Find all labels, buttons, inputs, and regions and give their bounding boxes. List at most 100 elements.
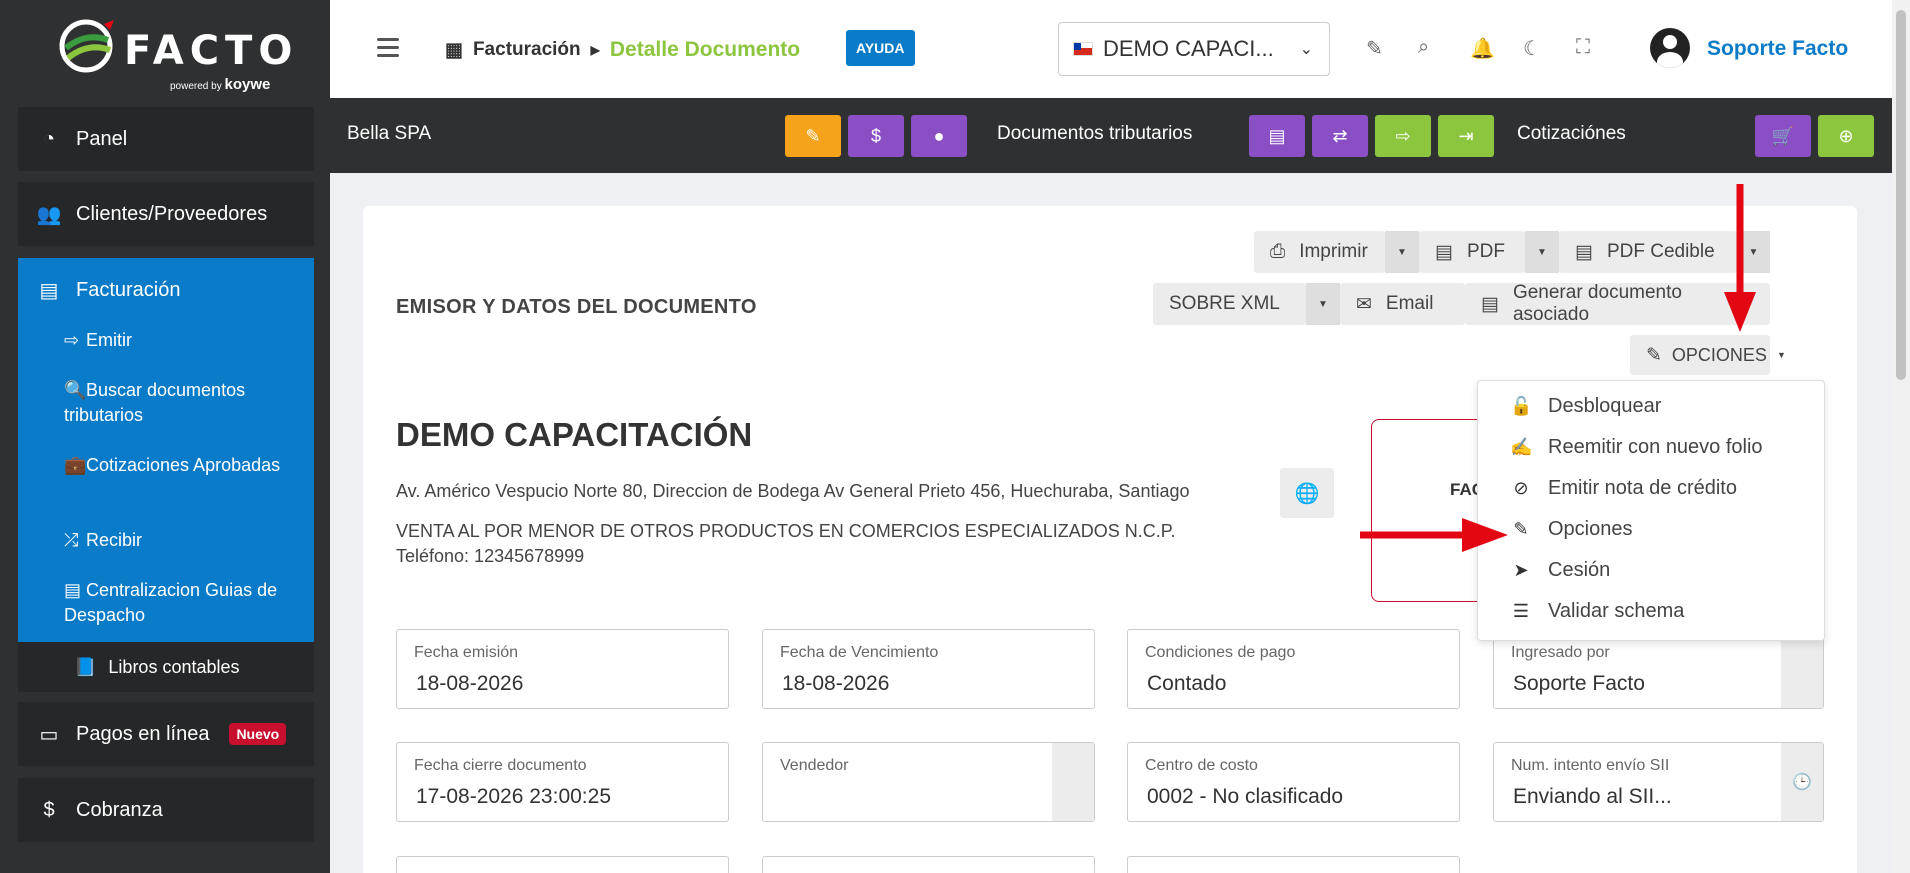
- dropdown-item-desbloquear[interactable]: 🔓 Desbloquear: [1510, 395, 1661, 418]
- dropdown-item-validar-schema[interactable]: ☰ Validar schema: [1510, 600, 1684, 623]
- book-icon: 📘: [74, 656, 97, 677]
- help-button[interactable]: AYUDA: [846, 30, 915, 66]
- plus-circle-icon: ⊕: [1838, 125, 1854, 146]
- facto-logo[interactable]: FACTO powered by koywe: [58, 14, 292, 93]
- new-badge: Nuevo: [229, 723, 287, 745]
- search-icon[interactable]: ⌕: [1418, 36, 1429, 59]
- field-fecha-vencimiento[interactable]: Fecha de Vencimiento 18-08-2026: [762, 629, 1095, 709]
- ban-icon: ⊘: [1513, 478, 1529, 498]
- search-icon: 🔍: [64, 380, 87, 400]
- receive-button[interactable]: ⇥: [1438, 115, 1494, 157]
- edit-icon: ✎: [805, 125, 821, 146]
- sidebar-item-clientes[interactable]: 👥 Clientes/Proveedores: [18, 182, 314, 246]
- xml-caret[interactable]: ▼: [1306, 283, 1340, 325]
- sidebar-item-cobranza[interactable]: $ Cobranza: [18, 778, 314, 842]
- scrollbar-thumb[interactable]: [1896, 10, 1906, 380]
- scrollbar[interactable]: [1892, 0, 1910, 873]
- pdf-cedible-button[interactable]: ▤ PDF Cedible: [1559, 231, 1737, 273]
- section-title: EMISOR Y DATOS DEL DOCUMENTO: [396, 296, 757, 318]
- sign-out-icon: ⇨: [64, 330, 80, 350]
- sign-out-icon: ⇨: [1395, 125, 1411, 146]
- field-fecha-cierre[interactable]: Fecha cierre documento 17-08-2026 23:00:2…: [396, 742, 729, 822]
- breadcrumb: ▦ Facturación ▶ Detalle Documento: [445, 38, 800, 62]
- sidebar-item-label: Clientes/Proveedores: [76, 202, 268, 225]
- avatar[interactable]: [1650, 28, 1690, 68]
- cart-icon: 🛒: [1771, 125, 1795, 146]
- documents-button[interactable]: ▤: [1249, 115, 1305, 157]
- field-centro-costo[interactable]: Centro de costo 0002 - No clasificado: [1127, 742, 1460, 822]
- file-icon: ▤: [39, 280, 59, 302]
- file-icon: ▤: [1481, 293, 1499, 315]
- money-bill-icon: $: [870, 125, 881, 146]
- edit-icon: ✎: [1513, 519, 1529, 539]
- client-profile-button[interactable]: ●: [911, 115, 967, 157]
- sign-in-icon: ⇥: [1458, 125, 1474, 146]
- options-dropdown: 🔓 Desbloquear ✍ Reemitir con nuevo folio ⊘…: [1477, 380, 1825, 641]
- sidebar-subitem-cotizaciones[interactable]: 💼Cotizaciones Aprobadas: [64, 453, 294, 478]
- sidebar-subitem-buscar[interactable]: 🔍Buscar documentos tributarios: [64, 378, 294, 428]
- email-button[interactable]: ✉ Email: [1340, 283, 1465, 325]
- chevron-down-icon: ⌄: [1299, 41, 1313, 58]
- sidebar-subitem-centralizacion[interactable]: ▤ Centralizacion Guias de Despacho: [64, 578, 294, 628]
- cart-button[interactable]: 🛒: [1755, 115, 1811, 157]
- field-row3-1[interactable]: [396, 856, 729, 873]
- quotes-label: Cotizaciónes: [1517, 123, 1626, 144]
- sidebar-subitem-emitir[interactable]: ⇨ Emitir: [64, 328, 304, 353]
- user-icon: ●: [933, 125, 945, 146]
- briefcase-icon: 💼: [64, 455, 87, 475]
- options-button[interactable]: ✎ OPCIONES ▼: [1630, 335, 1786, 375]
- edit-client-button[interactable]: ✎: [785, 115, 841, 157]
- menu-toggle-icon[interactable]: [377, 38, 399, 62]
- sidebar-subitem-recibir[interactable]: ⤮ Recibir: [64, 528, 304, 553]
- sidebar-item-panel[interactable]: ◔ Panel: [18, 107, 314, 171]
- print-button[interactable]: ⎙ Imprimir: [1254, 231, 1385, 273]
- exchange-button[interactable]: ⇄: [1312, 115, 1368, 157]
- moon-icon[interactable]: ☾: [1523, 36, 1541, 61]
- field-intento-envio[interactable]: Num. intento envío SII Enviando al SII...…: [1493, 742, 1824, 822]
- location-arrow-icon: ➤: [1513, 560, 1529, 580]
- company-name: DEMO CAPACITACIÓN: [396, 416, 753, 453]
- breadcrumb-current: Detalle Documento: [609, 38, 801, 61]
- field-vendedor[interactable]: Vendedor: [762, 742, 1095, 822]
- print-caret[interactable]: ▼: [1385, 231, 1419, 273]
- sidebar-item-libros[interactable]: 📘 Libros contables: [18, 642, 314, 692]
- file-pdf-icon: ▤: [1575, 241, 1593, 263]
- chile-flag-icon: [1073, 42, 1093, 56]
- pdf-button[interactable]: ▤ PDF: [1419, 231, 1525, 273]
- dropdown-item-opciones[interactable]: ✎ Opciones: [1510, 518, 1632, 541]
- company-selector[interactable]: DEMO CAPACI... ⌄: [1058, 22, 1330, 76]
- breadcrumb-root[interactable]: Facturación: [473, 39, 581, 61]
- fullscreen-icon[interactable]: ⛶: [1576, 36, 1590, 59]
- envelope-icon: ✉: [1356, 293, 1372, 315]
- dropdown-item-nota-credito[interactable]: ⊘ Emitir nota de crédito: [1510, 477, 1737, 500]
- pdf-caret[interactable]: ▼: [1525, 231, 1559, 273]
- generate-associated-button[interactable]: ▤ Generar documento asociado: [1465, 282, 1770, 325]
- sidebar-item-label: Panel: [76, 127, 128, 150]
- field-fecha-emision[interactable]: Fecha emisión 18-08-2026: [396, 629, 729, 709]
- emit-button[interactable]: ⇨: [1375, 115, 1431, 157]
- sidebar-item-pagos[interactable]: ▭ Pagos en línea Nuevo: [18, 702, 314, 766]
- add-quote-button[interactable]: ⊕: [1818, 115, 1874, 157]
- sidebar-item-label: Facturación: [76, 279, 181, 301]
- company-selector-value: DEMO CAPACI...: [1103, 36, 1274, 61]
- bell-icon[interactable]: 🔔: [1470, 36, 1495, 61]
- pdf-cedible-caret[interactable]: ▼: [1737, 231, 1770, 273]
- map-button[interactable]: 🌐: [1280, 468, 1334, 518]
- caret-right-icon: ▶: [590, 43, 600, 57]
- field-condiciones-pago[interactable]: Condiciones de pago Contado: [1127, 629, 1460, 709]
- field-ingresado-por[interactable]: Ingresado por Soporte Facto: [1493, 629, 1824, 709]
- billing-button[interactable]: $: [848, 115, 904, 157]
- field-row3-3[interactable]: [1127, 856, 1460, 873]
- dropdown-item-cesion[interactable]: ➤ Cesión: [1510, 559, 1610, 582]
- money-icon: ▭: [39, 723, 59, 746]
- xml-button[interactable]: SOBRE XML: [1153, 283, 1306, 325]
- shuffle-icon: ⤮: [64, 530, 79, 550]
- sidebar: FACTO powered by koywe ◔ Panel 👥 Cliente…: [0, 0, 330, 873]
- file-pdf-icon: ▤: [1435, 241, 1453, 263]
- file-signature-icon[interactable]: ✎: [1366, 36, 1383, 61]
- field-addon[interactable]: [1052, 743, 1094, 821]
- edit-icon: ✎: [1646, 344, 1662, 366]
- dropdown-item-reemitir[interactable]: ✍ Reemitir con nuevo folio: [1510, 436, 1763, 459]
- user-name[interactable]: Soporte Facto: [1707, 37, 1848, 61]
- field-row3-2[interactable]: [762, 856, 1095, 873]
